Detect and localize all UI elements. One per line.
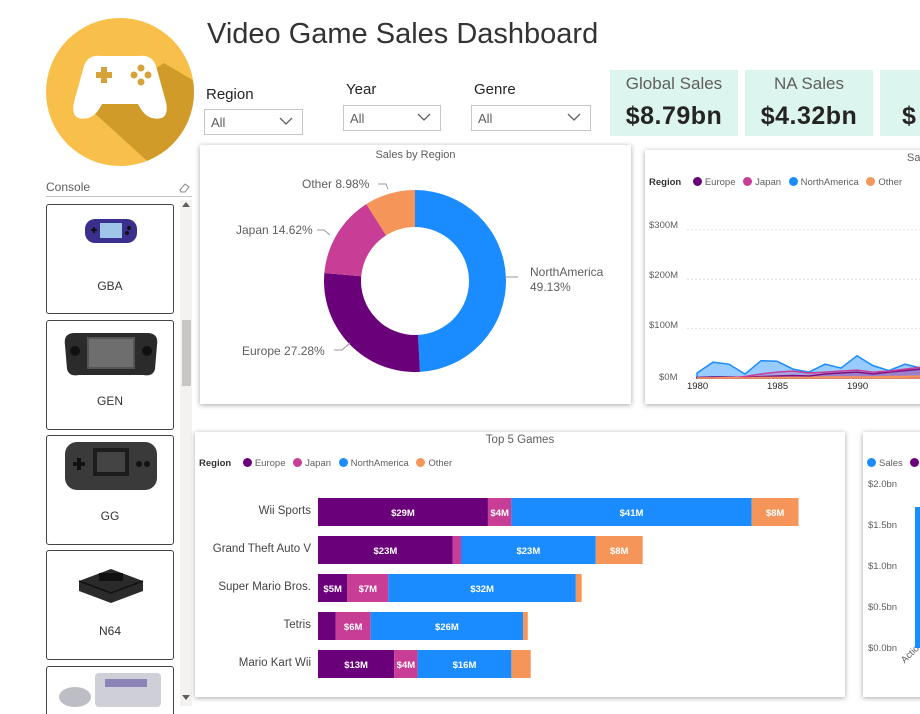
donut-label-europe: Europe 27.28% xyxy=(242,344,325,358)
legend-dot-sales xyxy=(867,458,876,467)
genre-legend-sales: Sales xyxy=(879,458,903,469)
sales-over-time-card[interactable]: Sa Region Europe Japan NorthAmerica Othe… xyxy=(645,150,920,404)
chevron-down-icon xyxy=(279,117,293,125)
kpi-third-value: $ xyxy=(902,102,917,130)
top5-data-label: $8M xyxy=(766,508,785,519)
gameboy-advance-icon xyxy=(85,219,137,243)
genre-y-tick: $1.0bn xyxy=(868,561,898,572)
top5-data-label: $26M xyxy=(435,622,459,633)
genre-y-tick: $0.5bn xyxy=(868,602,898,613)
donut-slice-northamerica[interactable] xyxy=(415,190,507,372)
area-x-tick: 1985 xyxy=(767,381,789,392)
top5-data-label: $32M xyxy=(470,584,494,595)
top5-bar-japan[interactable] xyxy=(452,536,461,564)
chevron-down-icon xyxy=(417,113,431,121)
top5-data-label: $8M xyxy=(610,546,629,557)
genre-bar-action xyxy=(915,507,920,648)
top5-data-label: $5M xyxy=(323,584,342,595)
genre-legend: Sales % xyxy=(867,458,920,469)
eraser-icon[interactable] xyxy=(178,182,190,194)
top5-data-label: $41M xyxy=(620,508,644,519)
top5-data-label: $29M xyxy=(391,508,415,519)
top5-bar-other[interactable] xyxy=(523,612,528,640)
kpi-na-sales: NA Sales $4.32bn xyxy=(745,70,873,136)
genre-y-tick: $1.5bn xyxy=(868,520,898,531)
top5-bar-other[interactable] xyxy=(511,650,531,678)
n64-console-icon xyxy=(78,569,144,603)
year-dropdown-value: All xyxy=(350,111,365,126)
scroll-down-icon[interactable] xyxy=(181,694,191,702)
top-5-games-card[interactable]: Top 5 Games Region Europe Japan NorthAme… xyxy=(195,432,845,697)
console-name: GEN xyxy=(96,394,123,408)
scroll-up-icon[interactable] xyxy=(181,200,191,208)
year-filter-label: Year xyxy=(346,81,377,98)
region-dropdown[interactable]: All xyxy=(204,109,303,135)
kpi-third: $ xyxy=(880,70,920,136)
area-y-tick: $300M xyxy=(649,220,679,231)
genre-y-tick: $0.0bn xyxy=(868,643,898,654)
top5-data-label: $6M xyxy=(344,622,363,633)
sales-by-region-card[interactable]: Sales by Region Other 8.98% Japan 14.62%… xyxy=(200,145,631,404)
top5-bar-other[interactable] xyxy=(575,574,582,602)
donut-label-northamerica: NorthAmerica xyxy=(530,265,604,279)
top5-data-label: $23M xyxy=(374,546,398,557)
console-name: GBA xyxy=(97,279,123,293)
top5-data-label: $4M xyxy=(490,508,509,519)
area-chart-plot xyxy=(687,229,920,379)
top5-data-label: $23M xyxy=(516,546,540,557)
area-x-tick: 1980 xyxy=(687,381,709,392)
console-item-snes[interactable] xyxy=(46,666,174,714)
kpi-global-sales-label: Global Sales xyxy=(625,74,723,93)
kpi-global-sales: Global Sales $8.79bn xyxy=(610,70,738,136)
area-x-tick: 1990 xyxy=(847,381,869,392)
console-name: GG xyxy=(100,509,120,523)
donut-label-japan: Japan 14.62% xyxy=(236,223,313,237)
handheld-console-icon xyxy=(64,333,158,376)
game-gear-icon xyxy=(65,442,157,490)
console-name: N64 xyxy=(98,624,121,638)
top5-data-label: $7M xyxy=(359,584,378,595)
top-5-games-bars: $29M $4M $41M $8M $23M $23M $8M $5M $7M $32M $6M $2… xyxy=(318,498,799,678)
kpi-third-label xyxy=(880,74,920,94)
top5-data-label: $16M xyxy=(453,660,477,671)
genre-dropdown-value: All xyxy=(478,111,493,126)
console-item-gg[interactable]: GG xyxy=(46,435,174,545)
top5-bar-europe[interactable] xyxy=(318,612,336,640)
console-slicer-title: Console xyxy=(46,180,91,194)
genre-filter-label: Genre xyxy=(474,81,516,98)
region-filter-label: Region xyxy=(206,86,254,103)
kpi-na-sales-value: $4.32bn xyxy=(760,102,858,130)
dashboard-logo xyxy=(46,18,194,166)
year-dropdown[interactable]: All xyxy=(343,105,441,131)
area-y-tick: $200M xyxy=(649,270,679,281)
donut-slice-europe[interactable] xyxy=(324,272,420,372)
genre-y-tick: $2.0bn xyxy=(868,479,898,490)
area-y-tick: $100M xyxy=(649,320,679,331)
donut-label-northamerica-pct: 49.13% xyxy=(530,280,571,294)
kpi-na-sales-label: NA Sales xyxy=(774,74,844,93)
console-slicer-header: Console xyxy=(46,180,192,197)
kpi-global-sales-value: $8.79bn xyxy=(625,102,723,130)
console-item-gen[interactable]: GEN xyxy=(46,320,174,430)
region-dropdown-value: All xyxy=(211,115,226,130)
legend-dot-percent xyxy=(910,458,920,467)
area-y-tick: $0M xyxy=(659,372,678,383)
genre-dropdown[interactable]: All xyxy=(471,105,591,131)
top5-data-label: $13M xyxy=(344,660,368,671)
console-scroll-thumb[interactable] xyxy=(182,320,191,386)
page-title: Video Game Sales Dashboard xyxy=(207,18,599,50)
snes-console-icon xyxy=(59,673,161,707)
chevron-down-icon xyxy=(567,113,581,121)
sales-by-genre-card[interactable]: Sales % $2.0bn $1.5bn $1.0bn $0.5bn $0.0… xyxy=(863,432,920,697)
console-item-gba[interactable]: GBA xyxy=(46,204,174,314)
gamepad-icon xyxy=(46,18,194,166)
console-item-n64[interactable]: N64 xyxy=(46,550,174,660)
donut-label-other: Other 8.98% xyxy=(302,177,370,191)
top5-data-label: $4M xyxy=(397,660,416,671)
